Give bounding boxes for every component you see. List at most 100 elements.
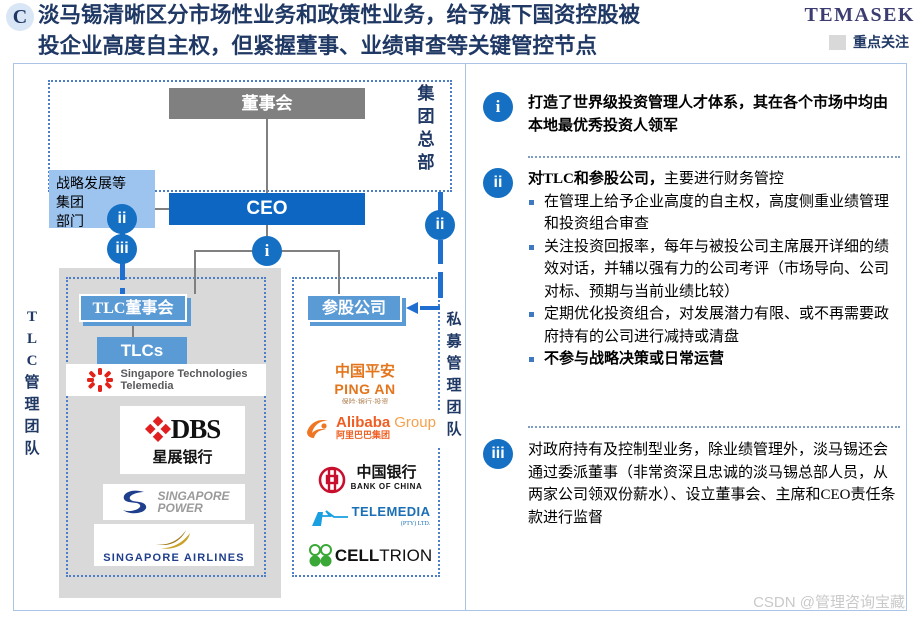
pe-team-vertical-label: 私 募 管 理 团 队	[444, 309, 464, 441]
panel-divider	[465, 64, 466, 610]
page-title: 淡马锡清晰区分市场性业务和政策性业务，给予旗下国资控股被 投企业高度自主权，但紧…	[38, 0, 778, 62]
singapore-airlines-icon	[156, 530, 190, 549]
tlcteam-char-5: 团	[24, 419, 40, 435]
tlcteam-char-4: 理	[24, 397, 40, 413]
logo-tile-singapore-power: SINGAPORE POWER	[103, 484, 245, 520]
connector-dept-ceo	[155, 208, 169, 210]
connector-drop-associate	[338, 250, 340, 294]
slide-header: C 淡马锡清晰区分市场性业务和政策性业务，给予旗下国资控股被 投企业高度自主权，…	[0, 0, 919, 62]
connector-board-ceo	[266, 119, 268, 193]
dbs-chinese-name: 星展银行	[152, 449, 213, 466]
group-departments-box[interactable]: 战略发展等 集团 部门	[49, 170, 155, 230]
key-point-ii-bullet-2: 关注投资回报率，每年与被投公司主席展开详细的绩效对话，并辅以强有力的公司考评（市…	[528, 236, 900, 304]
tlcteam-char-1: L	[26, 331, 37, 347]
section-badge: C	[6, 3, 34, 31]
logo-tile-singapore-airlines: SINGAPORE AIRLINES	[94, 524, 254, 566]
key-point-separator-1	[528, 156, 900, 158]
hq-char-1: 团	[417, 107, 435, 126]
singapore-power-icon	[123, 490, 147, 514]
peteam-char-4: 团	[446, 400, 462, 416]
tlc-team-vertical-label: T L C 管 理 团 队	[22, 306, 42, 460]
key-point-ii-bullet-3: 定期优化投资组合，对发展潜力有限、或不再需要政府持有的公司进行减持或清盘	[528, 303, 900, 348]
peteam-char-3: 理	[446, 378, 462, 394]
peteam-char-2: 管	[446, 356, 462, 372]
telemedia-icon	[311, 510, 348, 526]
tlcteam-char-6: 队	[24, 441, 40, 457]
dbs-wordmark: DBS	[170, 413, 222, 444]
key-point-ii-lead-rest: 主要进行财务管控	[663, 171, 784, 187]
celltrion-word1: CELL	[334, 546, 380, 565]
diagram-marker-iii-left[interactable]: iii	[107, 234, 137, 264]
key-point-text-ii: 对TLC和参股公司，主要进行财务管控 在管理上给予企业高度的自主权，高度侧重业绩…	[528, 168, 900, 371]
logo-tile-st-telemedia: Singapore Technologies Telemedia	[66, 364, 266, 396]
key-point-ii-bullet-4: 不参与战略决策或日常运营	[528, 348, 900, 371]
singapore-airlines-wordmark: SINGAPORE AIRLINES	[103, 552, 245, 564]
st-telemedia-line1: Singapore Technologies	[120, 368, 248, 380]
tlcs-box[interactable]: TLCs	[97, 337, 187, 365]
diagram-marker-ii-left[interactable]: ii	[107, 204, 137, 234]
ping-an-cn: 中国平安	[334, 363, 395, 380]
hq-char-2: 总	[417, 130, 435, 149]
blue-arrow-head-associate	[406, 302, 418, 314]
page-title-line2: 投企业高度自主权，但紧握董事、业绩审查等关键管控节点	[38, 34, 598, 58]
key-point-ii-lead: 对TLC和参股公司，主要进行财务管控	[528, 168, 900, 191]
diagram-marker-ii-right[interactable]: ii	[425, 210, 455, 240]
boc-en: BANK OF CHINA	[350, 482, 423, 491]
logo-tile-celltrion: CELLTRION	[302, 538, 438, 574]
dbs-icon	[144, 416, 171, 442]
celltrion-word2: TRION	[379, 546, 433, 565]
group-hq-vertical-label: 集 团 总 部	[414, 82, 438, 174]
tlcteam-char-3: 管	[24, 375, 40, 391]
key-point-marker-ii[interactable]: ii	[483, 168, 513, 198]
peteam-char-1: 募	[446, 334, 462, 350]
watermark: CSDN @管理咨询宝藏	[753, 594, 905, 611]
peteam-char-0: 私	[446, 312, 462, 328]
logo-tile-telemedia: TELEMEDIA (PTY) LTD.	[302, 504, 438, 532]
focus-swatch-icon	[829, 34, 846, 50]
tlcteam-char-0: T	[26, 309, 37, 325]
connector-tlcboard-tlcs	[132, 322, 134, 337]
associate-company-box[interactable]: 参股公司	[306, 294, 402, 322]
bank-of-china-icon	[318, 466, 345, 494]
ceo-box[interactable]: CEO	[169, 193, 365, 225]
focus-legend: 重点关注	[829, 32, 909, 52]
slide-root: C 淡马锡清晰区分市场性业务和政策性业务，给予旗下国资控股被 投企业高度自主权，…	[0, 0, 919, 621]
key-points-panel: i 打造了世界级投资管理人才体系，其在各个市场中均由本地最优秀投资人领军 ii …	[470, 64, 907, 610]
key-point-marker-i[interactable]: i	[483, 92, 513, 122]
key-point-marker-iii[interactable]: iii	[483, 439, 513, 469]
boc-cn: 中国银行	[356, 465, 417, 481]
logo-tile-alibaba: Alibaba Group 阿里巴巴集团	[300, 412, 440, 446]
key-point-text-iii: 对政府持有及控制型业务，除业绩管理外，淡马锡还会通过委派董事（非常资深且忠诚的淡…	[528, 442, 896, 526]
telemedia-wordmark: TELEMEDIA	[351, 504, 431, 519]
logo-tile-ping-an: 中国平安 PING AN 保险·银行·投资	[309, 362, 421, 404]
alibaba-group-word: Group	[394, 414, 436, 431]
st-telemedia-icon	[86, 368, 113, 392]
key-point-text-i: 打造了世界级投资管理人才体系，其在各个市场中均由本地最优秀投资人领军	[528, 95, 889, 134]
celltrion-icon	[308, 544, 332, 567]
key-point-ii-bullet-1: 在管理上给予企业高度的自主权，高度侧重业绩管理和投资组合审查	[528, 191, 900, 236]
blue-arrow-line-associate	[420, 306, 440, 310]
page-title-line1: 淡马锡清晰区分市场性业务和政策性业务，给予旗下国资控股被	[38, 3, 641, 27]
alibaba-icon	[307, 420, 329, 438]
focus-legend-label: 重点关注	[853, 36, 909, 51]
logo-tile-bank-of-china: 中国银行 BANK OF CHINA	[302, 462, 438, 498]
dept-line-3: 部门	[56, 215, 84, 230]
key-point-ii-lead-bold: 对TLC和参股公司，	[528, 171, 664, 187]
org-structure-diagram: 董事会 CEO 战略发展等 集团 部门 集 团 总 部 TLC董事会 TLCs …	[14, 64, 464, 610]
peteam-char-5: 队	[446, 422, 462, 438]
tlc-board-box[interactable]: TLC董事会	[79, 294, 187, 322]
connector-drop-tlc	[194, 250, 196, 294]
st-telemedia-line2: Telemedia	[120, 380, 174, 392]
singapore-power-line2: POWER	[157, 501, 203, 515]
logo-tile-dbs: DBS 星展银行	[120, 406, 245, 474]
board-of-directors-box[interactable]: 董事会	[169, 88, 365, 119]
dept-line-2: 集团	[56, 196, 84, 211]
ping-an-en: PING AN	[334, 380, 396, 397]
telemedia-sub: (PTY) LTD.	[400, 521, 431, 527]
hq-char-3: 部	[417, 153, 435, 172]
blue-connector-right-bottom	[438, 272, 443, 298]
blue-connector-right-mid	[438, 240, 443, 264]
blue-connector-left-bottom	[120, 262, 125, 280]
dept-line-1: 战略发展等	[56, 177, 126, 192]
diagram-marker-i[interactable]: i	[252, 236, 282, 266]
